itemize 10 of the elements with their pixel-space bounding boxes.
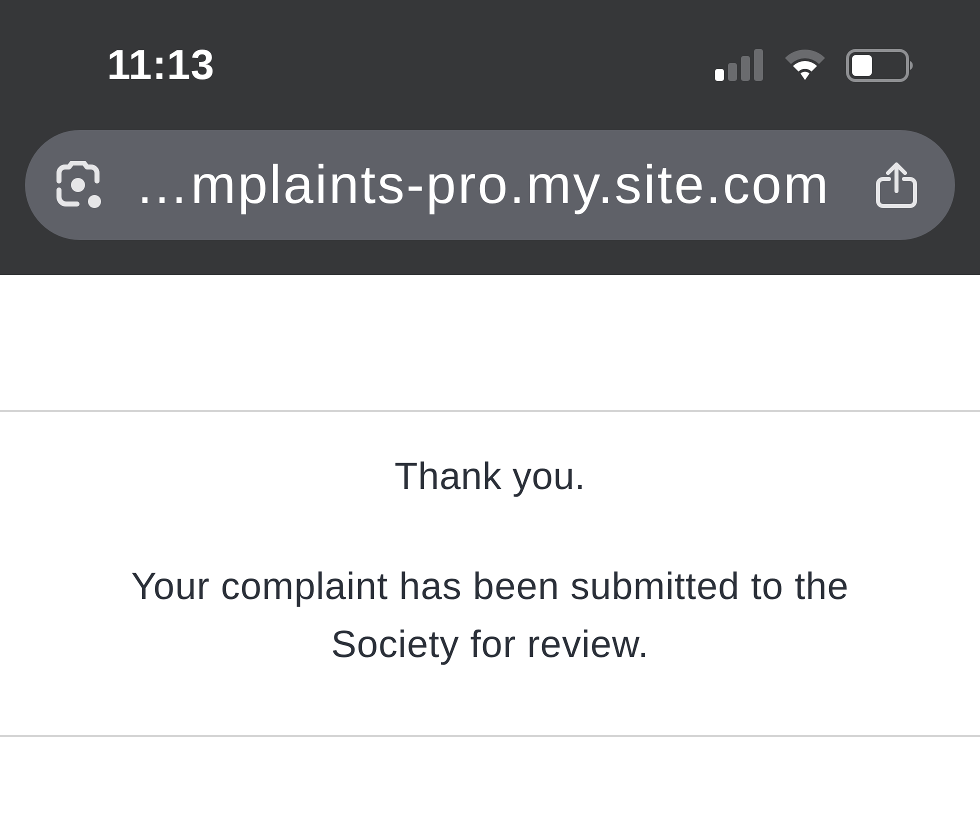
confirmation-message: Your complaint has been submitted to the Society for review.: [130, 565, 850, 668]
signal-icon: [715, 49, 764, 81]
url-text[interactable]: …mplaints-pro.my.site.com: [135, 154, 875, 216]
battery-icon: [846, 48, 914, 82]
wifi-icon: [784, 49, 826, 81]
camera-scan-icon[interactable]: [55, 161, 103, 209]
status-time: 11:13: [107, 41, 215, 89]
share-icon[interactable]: [875, 162, 918, 208]
address-bar[interactable]: …mplaints-pro.my.site.com: [25, 130, 955, 240]
thank-you-heading: Thank you.: [394, 455, 586, 499]
